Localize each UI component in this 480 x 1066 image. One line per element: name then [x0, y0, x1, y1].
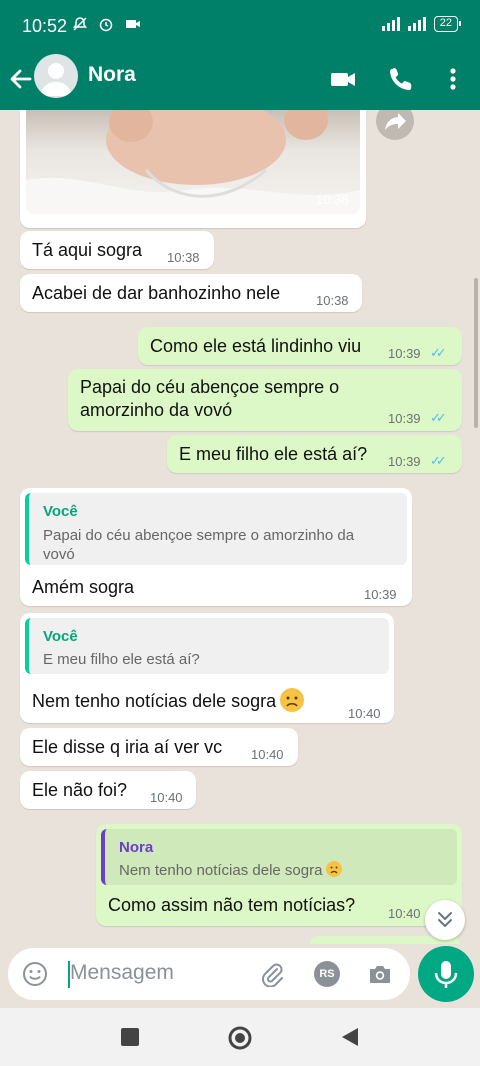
phone-icon[interactable] — [386, 64, 416, 94]
recent-apps-icon[interactable] — [121, 1028, 139, 1046]
message-time: 10:39 — [388, 346, 421, 361]
message-time: 10:40 — [348, 706, 381, 721]
chat-area[interactable]: 10:38 Tá aqui sogra 10:38 Acabei de dar … — [0, 110, 480, 944]
status-time: 10:52 — [22, 16, 68, 36]
contact-name[interactable]: Nora — [88, 63, 136, 87]
battery-level: 22 — [439, 17, 452, 29]
message-time: 10:39 — [364, 587, 397, 602]
signal-icon — [381, 17, 400, 31]
message-input[interactable]: Mensagem — [70, 961, 174, 985]
status-bar: 10:52 22 — [0, 0, 480, 50]
message-time: 10:40 — [150, 790, 183, 805]
avatar[interactable] — [34, 54, 78, 98]
mute-icon — [73, 17, 87, 31]
read-ticks-icon: ✓✓ — [430, 453, 447, 468]
video-call-icon[interactable] — [328, 64, 358, 94]
system-nav-bar — [0, 1008, 480, 1066]
incoming-message[interactable]: Acabei de dar banhozinho nele 10:38 — [20, 274, 362, 312]
message-text-line2: amorzinho da vovó — [80, 400, 233, 420]
quote-text: Nem tenho notícias dele sogra — [119, 862, 323, 879]
quote-author: Nora — [119, 839, 154, 856]
read-ticks-icon: ✓✓ — [430, 345, 447, 360]
read-ticks-icon: ✓✓ — [430, 410, 447, 425]
photo-content — [26, 110, 360, 214]
quote-author: Você — [43, 628, 78, 645]
emoji-icon[interactable] — [22, 961, 48, 987]
quote-text: E meu filho ele está aí? — [43, 651, 200, 668]
outgoing-reply-message[interactable]: Nora Nem tenho notícias dele sogra Como … — [96, 824, 462, 926]
scroll-down-icon — [438, 912, 452, 927]
quoted-message[interactable]: Você E meu filho ele está aí? — [25, 618, 389, 674]
mic-icon — [434, 961, 458, 988]
camera-icon[interactable] — [367, 961, 393, 987]
payment-label: RS — [319, 968, 335, 980]
incoming-reply-message[interactable]: Você E meu filho ele está aí? Nem tenho … — [20, 613, 394, 723]
forward-button[interactable] — [376, 110, 414, 140]
back-nav-icon[interactable] — [339, 1026, 361, 1048]
message-time: 10:38 — [316, 293, 349, 308]
signal-icon-2 — [407, 17, 426, 31]
disappointed-face-icon — [280, 688, 305, 712]
message-input-bar[interactable]: Mensagem RS — [8, 948, 410, 1000]
video-record-icon — [125, 20, 140, 28]
message-text: Nem tenho notícias dele sogra — [32, 691, 277, 711]
incoming-message[interactable]: Ele disse q iria aí ver vc 10:40 — [20, 728, 298, 766]
outgoing-message[interactable]: Papai do céu abençoe sempre o amorzinho … — [68, 369, 462, 431]
attach-icon[interactable] — [259, 961, 285, 987]
quote-text-line2: vovó — [43, 546, 75, 563]
quoted-message[interactable]: Nora Nem tenho notícias dele sogra — [101, 829, 457, 885]
quote-text-wrap: Nem tenho notícias dele sogra — [119, 860, 343, 881]
quote-text-line1: Papai do céu abençoe sempre o amorzinho … — [43, 527, 355, 544]
chat-header: Nora — [0, 50, 480, 110]
alarm-icon — [100, 18, 113, 32]
scrollbar[interactable] — [474, 278, 478, 428]
back-arrow-icon[interactable] — [8, 64, 34, 94]
image-message[interactable]: 10:38 — [20, 110, 366, 228]
status-right: 22 — [381, 16, 462, 32]
message-time: 10:39 — [388, 454, 421, 469]
incoming-message[interactable]: Ele não foi? 10:40 — [20, 771, 196, 809]
message-text: Tá aqui sogra — [32, 240, 143, 260]
message-text: Amém sogra — [32, 577, 135, 597]
message-text: Ele disse q iria aí ver vc — [32, 737, 223, 757]
message-text: Como ele está lindinho viu — [150, 336, 362, 356]
incoming-message[interactable]: Tá aqui sogra 10:38 — [20, 231, 214, 269]
message-time: 10:38 — [167, 250, 200, 265]
mic-button[interactable] — [418, 946, 474, 1002]
message-text: Acabei de dar banhozinho nele — [32, 283, 281, 303]
home-icon[interactable] — [227, 1025, 253, 1051]
message-text-line1: Papai do céu abençoe sempre o — [80, 377, 340, 397]
payment-icon[interactable]: RS — [314, 961, 340, 987]
message-text-wrap: Nem tenho notícias dele sogra — [32, 688, 305, 713]
quoted-message[interactable]: Você Papai do céu abençoe sempre o amorz… — [25, 493, 407, 565]
message-text: Ele não foi? — [32, 780, 128, 800]
message-time: 10:40 — [388, 906, 421, 921]
status-notification-icons — [72, 16, 141, 35]
default-avatar-icon — [40, 63, 72, 96]
baby-photo[interactable]: 10:38 — [26, 110, 360, 214]
incoming-reply-message[interactable]: Você Papai do céu abençoe sempre o amorz… — [20, 488, 412, 606]
outgoing-message[interactable]: Como ele está lindinho viu 10:39 ✓✓ — [138, 327, 462, 365]
message-text: E meu filho ele está aí? — [179, 444, 368, 464]
menu-dots-icon[interactable] — [438, 64, 468, 94]
message-time: 10:39 — [388, 411, 421, 426]
message-text: Como assim não tem notícias? — [108, 895, 356, 915]
battery-icon: 22 — [433, 16, 462, 32]
image-time: 10:38 — [316, 192, 349, 207]
scroll-down-button[interactable] — [425, 900, 465, 940]
message-time: 10:40 — [251, 747, 284, 762]
quote-author: Você — [43, 503, 78, 520]
forward-icon — [385, 113, 406, 130]
disappointed-face-small-icon — [326, 861, 343, 877]
outgoing-message[interactable]: E meu filho ele está aí? 10:39 ✓✓ — [167, 435, 462, 473]
